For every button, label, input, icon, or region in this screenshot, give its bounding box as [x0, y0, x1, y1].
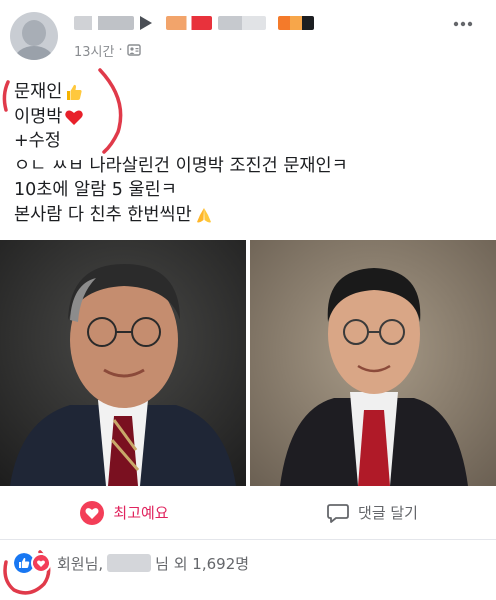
- post-text: 문재인 이명박 +수정 ㅇㄴ ㅆㅂ 나라살린건 이명박 조진건 문재인ㅋ 10초…: [14, 80, 484, 227]
- post-line-text: +수정: [14, 131, 61, 151]
- avatar[interactable]: [10, 12, 58, 60]
- author-name-blurred-4[interactable]: [278, 16, 314, 30]
- author-name-blurred[interactable]: [74, 16, 134, 30]
- post-line: 문재인: [14, 80, 484, 105]
- post-line-text: 본사람 다 친추 한번씩만: [14, 204, 192, 225]
- post-photo-right[interactable]: [250, 240, 496, 486]
- comment-label: 댓글 달기: [358, 504, 418, 522]
- more-options-icon[interactable]: [452, 14, 474, 34]
- meta-separator: ·: [118, 42, 123, 58]
- comment-button[interactable]: 댓글 달기: [248, 486, 496, 539]
- post-photo-left[interactable]: [0, 240, 246, 486]
- reaction-count: 님 외 1,692명: [155, 554, 250, 573]
- heart-icon: [80, 500, 105, 525]
- author-name-blurred-2[interactable]: [166, 16, 212, 30]
- post-header: 13시간 ·: [0, 0, 496, 74]
- comment-icon: [327, 503, 349, 523]
- love-reaction-button[interactable]: 최고예요: [0, 486, 248, 539]
- post-line: 이명박: [14, 105, 484, 130]
- folded-hands-emoji-icon: [196, 207, 211, 223]
- post-actions: 최고예요 댓글 달기: [0, 486, 496, 540]
- love-icon: [31, 553, 51, 573]
- post-line-text: ㅇㄴ ㅆㅂ 나라살린건 이명박 조진건 문재인ㅋ: [14, 155, 348, 176]
- post-line-text: 문재인: [14, 82, 63, 102]
- play-icon: [140, 16, 152, 30]
- friends-privacy-icon: [126, 44, 141, 56]
- post-line: 10초에 알람 5 울린ㅋ: [14, 178, 484, 203]
- post-line: +수정: [14, 129, 484, 154]
- post-time[interactable]: 13시간: [74, 41, 114, 60]
- author-name-blurred-3[interactable]: [218, 16, 266, 30]
- post-meta: 13시간 ·: [74, 40, 141, 60]
- reactions-summary[interactable]: 회원님, 님 외 1,692명: [14, 548, 249, 578]
- post-line: 본사람 다 친추 한번씩만: [14, 203, 484, 228]
- thumbs-up-emoji-icon: [67, 85, 82, 101]
- post-line-text: 이명박: [14, 106, 63, 127]
- reaction-count-text: 회원님, 님 외 1,692명: [57, 553, 249, 574]
- love-reaction-label: 최고예요: [113, 504, 169, 522]
- post-line: ㅇㄴ ㅆㅂ 나라살린건 이명박 조진건 문재인ㅋ: [14, 154, 484, 179]
- post-line-text: 10초에 알람 5 울린ㅋ: [14, 180, 177, 200]
- reaction-name-blurred: [107, 554, 152, 572]
- reaction-icons: [14, 553, 51, 573]
- reaction-name-1: 회원님,: [57, 554, 104, 573]
- red-heart-emoji-icon: [65, 110, 84, 125]
